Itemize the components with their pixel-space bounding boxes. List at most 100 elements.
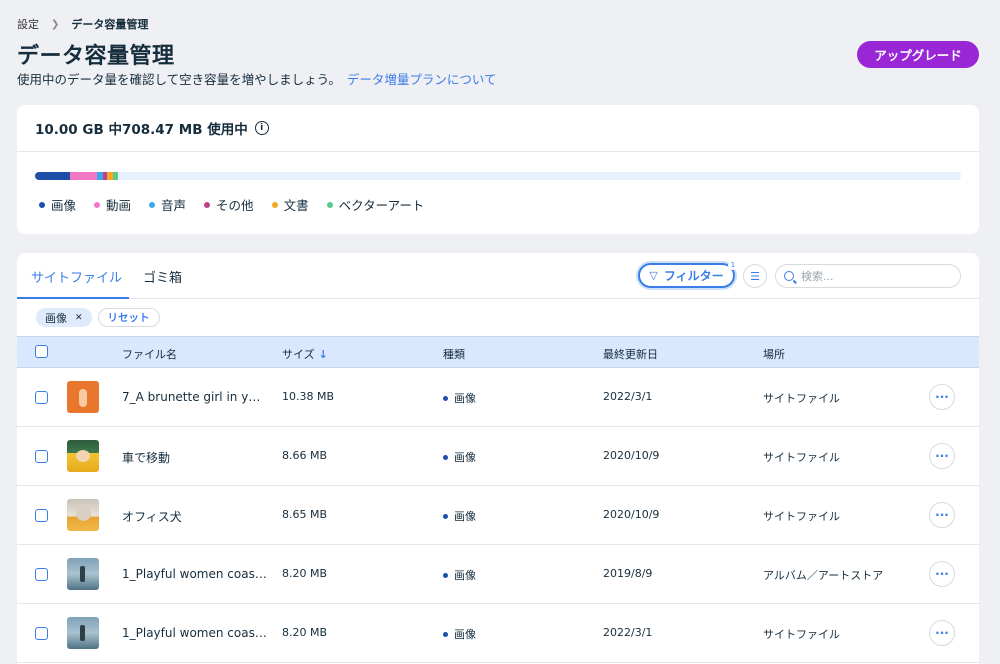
file-thumbnail[interactable] [67, 617, 99, 649]
column-header-size[interactable]: サイズ ↓ [282, 346, 328, 362]
legend-item: ベクターアート [326, 195, 425, 214]
row-checkbox[interactable] [35, 450, 48, 463]
table-row[interactable]: 車で移動 8.66 MB 画像 2020/10/9 サイトファイル ··· [17, 427, 979, 486]
legend-label: 動画 [106, 198, 132, 213]
breadcrumb: 設定 ❯ データ容量管理 [17, 16, 148, 32]
file-type-label: 画像 [454, 569, 476, 582]
column-settings-button[interactable]: ☰ [743, 264, 767, 288]
legend-label: 音声 [161, 198, 187, 213]
table-row[interactable]: 1_Playful women coastline 8.20 MB 画像 2022/3… [17, 604, 979, 663]
legend-item: 音声 [149, 195, 186, 214]
select-all-checkbox[interactable] [35, 345, 48, 358]
file-type-label: 画像 [454, 510, 476, 523]
file-name[interactable]: 1_Playful women coastline [122, 626, 267, 640]
file-name[interactable]: 車で移動 [122, 449, 267, 466]
more-icon: ··· [935, 449, 949, 463]
file-modified: 2019/8/9 [603, 567, 653, 580]
file-thumbnail[interactable] [67, 499, 99, 531]
file-thumbnail[interactable] [67, 440, 99, 472]
storage-plan-link[interactable]: データ増量プランについて [347, 72, 497, 87]
row-checkbox[interactable] [35, 391, 48, 404]
file-modified: 2022/3/1 [603, 390, 653, 403]
file-type: 画像 [443, 626, 476, 642]
table-row[interactable]: 1_Playful women coastline 8.20 MB 画像 2019/8… [17, 545, 979, 604]
more-actions-button[interactable]: ··· [929, 561, 955, 587]
column-header-size-label: サイズ [282, 348, 315, 361]
legend-label: その他 [216, 198, 254, 213]
file-type: 画像 [443, 567, 476, 583]
more-icon: ··· [935, 626, 949, 640]
file-location: サイトファイル [763, 451, 840, 464]
file-size: 8.65 MB [282, 508, 328, 521]
legend-label: 文書 [283, 198, 309, 213]
search-box[interactable] [775, 264, 961, 288]
column-header-location[interactable]: 場所 [763, 346, 785, 362]
breadcrumb-settings-link[interactable]: 設定 [17, 16, 39, 32]
file-size: 8.20 MB [282, 626, 328, 639]
file-name[interactable]: オフィス犬 [122, 508, 267, 525]
more-actions-button[interactable]: ··· [929, 443, 955, 469]
chevron-right-icon: ❯ [51, 18, 60, 30]
more-actions-button[interactable]: ··· [929, 384, 955, 410]
file-name[interactable]: 1_Playful women coastline [122, 567, 267, 581]
file-type-label: 画像 [454, 451, 476, 464]
legend-item: 動画 [94, 195, 131, 214]
active-filters: 画像 ✕ リセット [17, 299, 979, 336]
legend-label: 画像 [51, 198, 77, 213]
filter-chip-label: 画像 [45, 311, 67, 325]
filter-chip-image: 画像 ✕ [36, 308, 92, 327]
file-type-label: 画像 [454, 392, 476, 405]
legend-dot [149, 201, 156, 208]
legend-item: 画像 [39, 195, 76, 214]
row-checkbox[interactable] [35, 568, 48, 581]
upgrade-button[interactable]: アップグレード [857, 41, 979, 68]
usage-bar [35, 172, 961, 180]
row-checkbox[interactable] [35, 509, 48, 522]
legend-label: ベクターアート [338, 198, 425, 213]
column-header-modified[interactable]: 最終更新日 [603, 346, 658, 362]
type-dot [443, 454, 448, 460]
file-type: 画像 [443, 449, 476, 465]
legend-dot [326, 201, 333, 208]
table-row[interactable]: オフィス犬 8.65 MB 画像 2020/10/9 サイトファイル ··· [17, 486, 979, 545]
file-location: アルバム／アートストア [763, 569, 884, 582]
close-icon[interactable]: ✕ [75, 313, 83, 323]
filter-label: フィルター [663, 269, 724, 283]
file-thumbnail[interactable] [67, 381, 99, 413]
funnel-icon: ▽ [649, 269, 658, 282]
legend-item: 文書 [271, 195, 309, 214]
file-size: 8.66 MB [282, 449, 328, 462]
usage-segment [112, 172, 119, 180]
file-location: サイトファイル [763, 628, 840, 641]
file-modified: 2022/3/1 [603, 626, 653, 639]
file-thumbnail[interactable] [67, 558, 99, 590]
usage-title: 10.00 GB 中708.47 MB 使用中 [35, 122, 248, 138]
breadcrumb-current: データ容量管理 [71, 18, 149, 31]
filter-button[interactable]: ▽ フィルター [638, 263, 735, 288]
active-tab-indicator [17, 297, 129, 299]
file-modified: 2020/10/9 [603, 449, 660, 462]
more-icon: ··· [935, 567, 949, 581]
table-row[interactable]: 7_A brunette girl in yellow 10.38 MB 画像 202… [17, 368, 979, 427]
file-location: サイトファイル [763, 510, 840, 523]
more-actions-button[interactable]: ··· [929, 620, 955, 646]
reset-filters-button[interactable]: リセット [97, 308, 160, 327]
file-name[interactable]: 7_A brunette girl in yellow [122, 390, 267, 404]
page-subtitle-text: 使用中のデータ量を確認して空き容量を増やしましょう。 [17, 72, 341, 87]
row-checkbox[interactable] [35, 627, 48, 640]
tab-trash[interactable]: ゴミ箱 [143, 267, 182, 286]
storage-usage-card: 10.00 GB 中708.47 MB 使用中 i 画像 動画 音声 その他 文書 ベクタ… [17, 105, 979, 234]
files-tabs: サイトファイル ゴミ箱 ▽ フィルター 1 ☰ [17, 253, 979, 299]
usage-segment [70, 172, 98, 180]
type-dot [443, 513, 448, 519]
tab-site-files[interactable]: サイトファイル [31, 267, 122, 286]
legend-item: その他 [204, 195, 254, 214]
sliders-icon: ☰ [750, 269, 760, 283]
search-input[interactable] [801, 269, 951, 283]
page-title: データ容量管理 [17, 44, 175, 69]
legend-dot [271, 201, 278, 208]
column-header-name[interactable]: ファイル名 [122, 346, 177, 362]
info-icon[interactable]: i [254, 121, 269, 135]
more-actions-button[interactable]: ··· [929, 502, 955, 528]
column-header-type[interactable]: 種類 [443, 346, 465, 362]
